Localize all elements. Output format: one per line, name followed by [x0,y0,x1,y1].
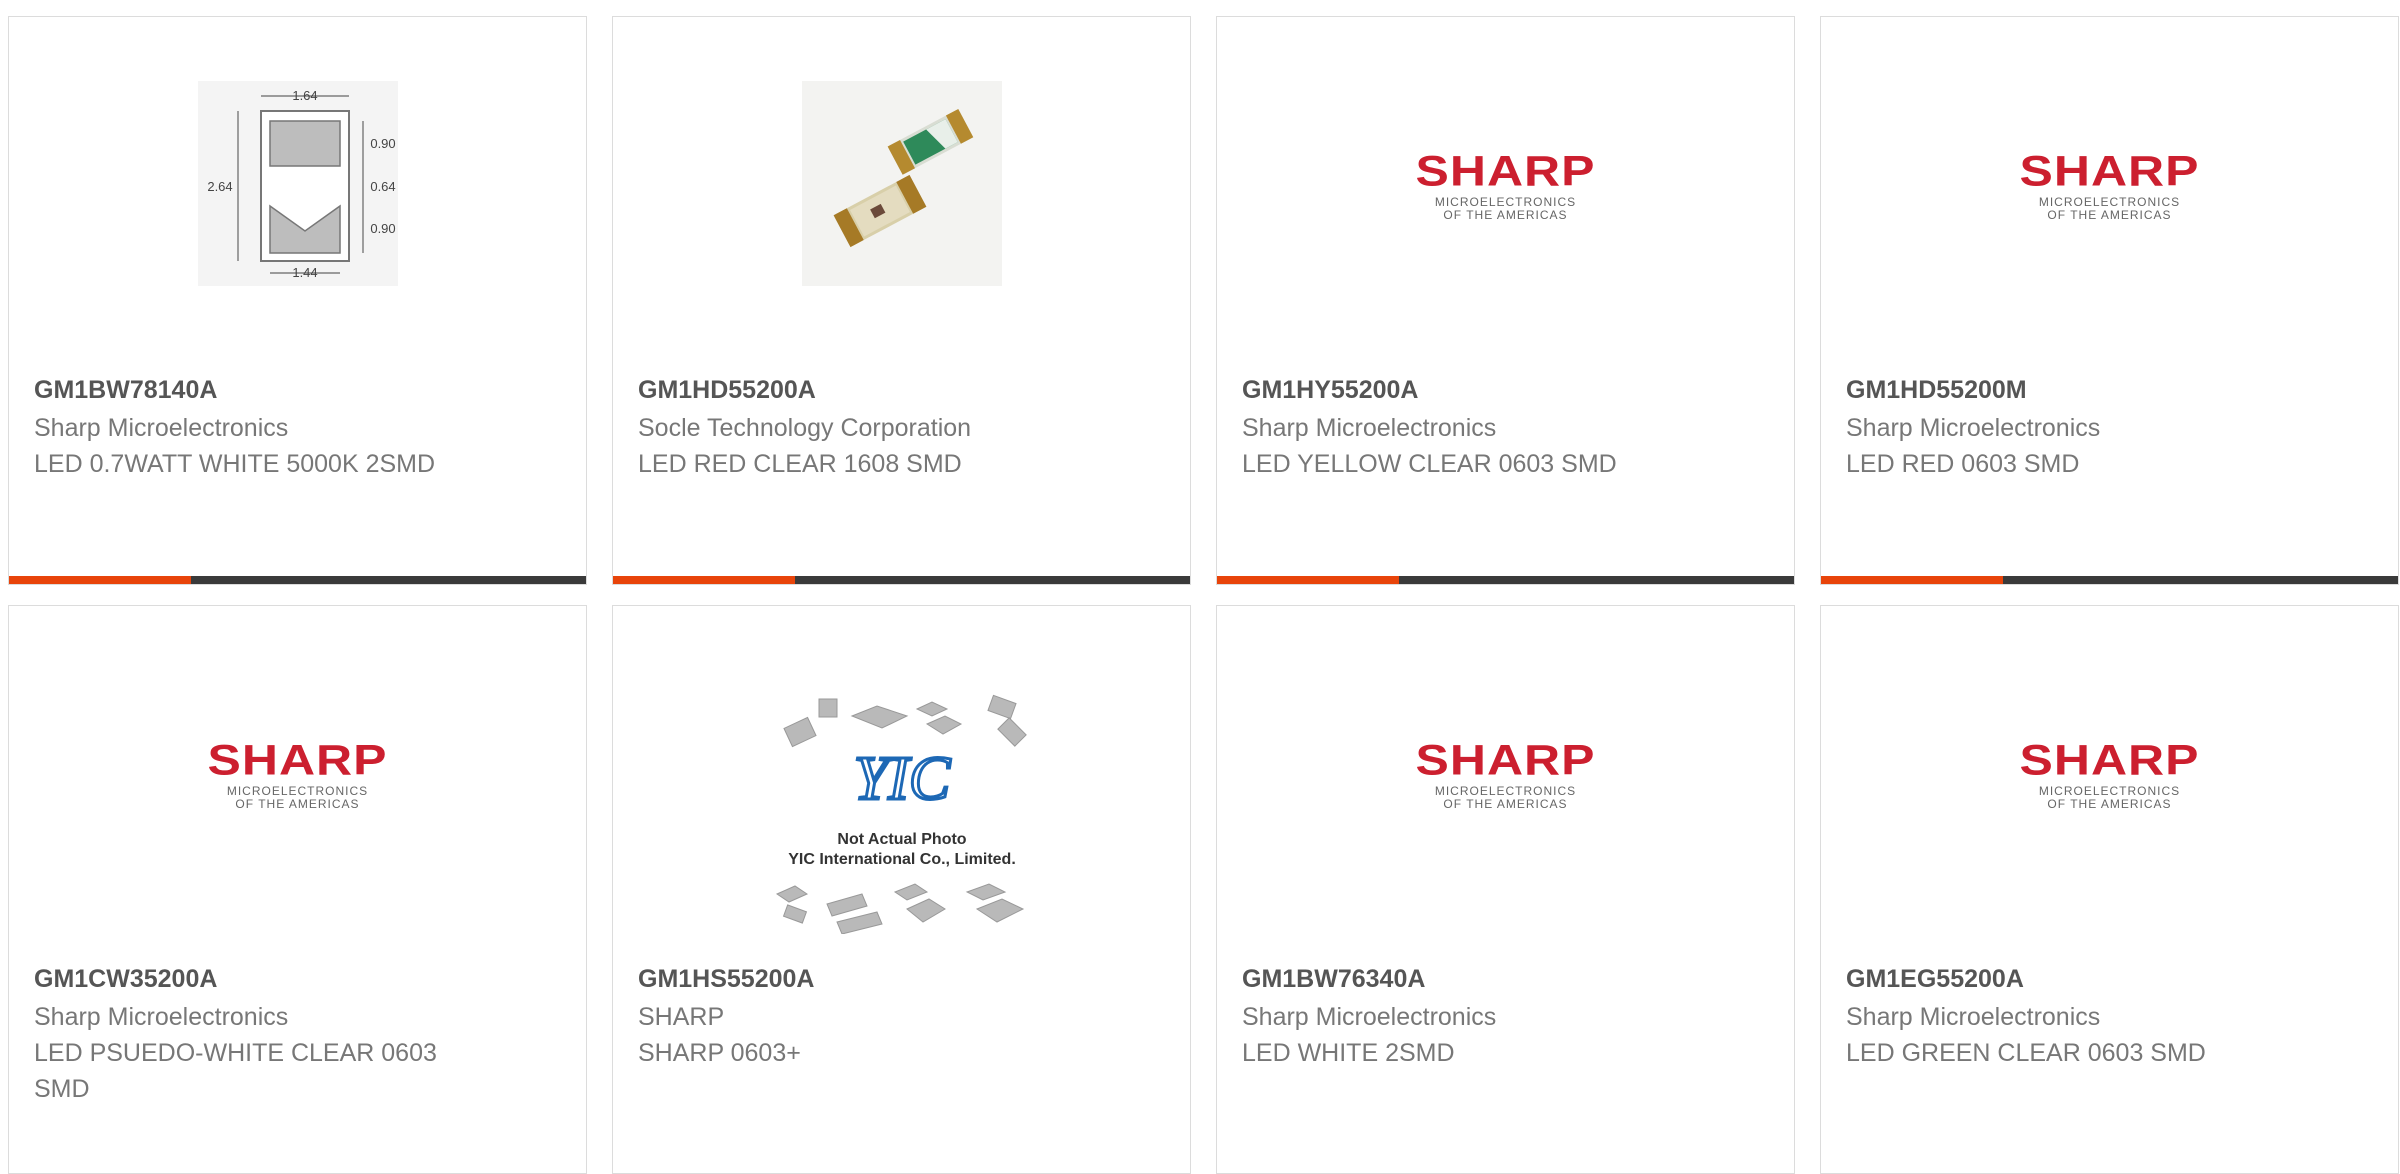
dim-left-label: 2.64 [207,179,232,194]
sharp-logo-icon: SHARP MICROELECTRONICS OF THE AMERICAS [207,735,387,811]
description: LED PSUEDO-WHITE CLEAR 0603 SMD [34,1039,437,1103]
product-image[interactable]: SHARP MICROELECTRONICS OF THE AMERICAS [1821,81,2398,286]
sharp-wordmark: SHARP [207,735,388,784]
description: SHARP 0603+ [638,1039,801,1067]
sharp-logo-line2: OF THE AMERICAS [2047,796,2172,811]
description: LED RED CLEAR 1608 SMD [638,450,962,478]
product-card[interactable]: SHARP MICROELECTRONICS OF THE AMERICAS G… [1216,605,1795,1174]
sharp-logo-line1: MICROELECTRONICS [2038,783,2181,798]
sharp-logo-line2: OF THE AMERICAS [1443,207,1568,222]
smd-led-photo-icon [801,81,1002,286]
sharp-logo-line1: MICROELECTRONICS [2038,194,2181,209]
product-card[interactable]: SHARP MICROELECTRONICS OF THE AMERICAS G… [1820,605,2399,1174]
product-image[interactable]: YIC Not Actual Photo YIC International C… [613,694,1190,934]
product-image[interactable]: SHARP MICROELECTRONICS OF THE AMERICAS [1217,670,1794,875]
part-number[interactable]: GM1BW76340A [1242,964,1425,994]
card-bottom-bar [1821,576,2398,584]
description: LED 0.7WATT WHITE 5000K 2SMD [34,450,436,478]
card-bottom-bar [1217,576,1794,584]
dim-top-label: 1.64 [292,88,317,103]
part-number[interactable]: GM1HD55200M [1846,375,2027,405]
sharp-logo-line2: OF THE AMERICAS [235,796,360,811]
dim-right1-label: 0.90 [370,136,395,151]
card-bottom-bar [613,576,1190,584]
yic-company-label: YIC International Co., Limited. [788,851,1016,868]
part-number[interactable]: GM1BW78140A [34,375,217,405]
card-accent-bar [613,576,795,584]
product-card[interactable]: SHARP MICROELECTRONICS OF THE AMERICAS G… [8,605,587,1174]
part-number[interactable]: GM1HD55200A [638,375,816,405]
product-card[interactable]: SHARP MICROELECTRONICS OF THE AMERICAS G… [1820,16,2399,585]
part-number[interactable]: GM1CW35200A [34,964,217,994]
manufacturer: Socle Technology Corporation [638,414,972,442]
product-image[interactable]: 1.64 2.64 0.90 0.64 0.90 1.44 [9,81,586,286]
product-image[interactable]: SHARP MICROELECTRONICS OF THE AMERICAS [9,670,586,875]
sharp-wordmark: SHARP [2019,146,2200,195]
part-number[interactable]: GM1HS55200A [638,964,814,994]
description: LED RED 0603 SMD [1846,450,2080,478]
product-card[interactable]: SHARP MICROELECTRONICS OF THE AMERICAS G… [1216,16,1795,585]
product-card[interactable]: YIC Not Actual Photo YIC International C… [612,605,1191,1174]
product-image[interactable] [613,81,1190,286]
part-number[interactable]: GM1EG55200A [1846,964,2024,994]
dimension-drawing-icon: 1.64 2.64 0.90 0.64 0.90 1.44 [197,81,398,286]
manufacturer: Sharp Microelectronics [1242,1003,1497,1031]
sharp-logo-line1: MICROELECTRONICS [1434,194,1577,209]
dim-bottom-label: 1.44 [292,265,317,280]
part-number[interactable]: GM1HY55200A [1242,375,1418,405]
dim-right3-label: 0.90 [370,221,395,236]
product-image[interactable]: SHARP MICROELECTRONICS OF THE AMERICAS [1821,670,2398,875]
manufacturer: Sharp Microelectronics [34,414,289,442]
card-bottom-bar [9,576,586,584]
sharp-logo-icon: SHARP MICROELECTRONICS OF THE AMERICAS [2019,735,2199,811]
manufacturer: Sharp Microelectronics [1242,414,1497,442]
sharp-logo-icon: SHARP MICROELECTRONICS OF THE AMERICAS [2019,146,2199,222]
yic-placeholder-icon: YIC Not Actual Photo YIC International C… [775,694,1027,934]
card-accent-bar [9,576,191,584]
sharp-logo-line1: MICROELECTRONICS [226,783,369,798]
sharp-logo-line2: OF THE AMERICAS [2047,207,2172,222]
manufacturer: Sharp Microelectronics [34,1003,289,1031]
sharp-logo-line1: MICROELECTRONICS [1434,783,1577,798]
sharp-wordmark: SHARP [2019,735,2200,784]
dim-right2-label: 0.64 [370,179,395,194]
yic-mark: YIC [853,745,950,813]
card-accent-bar [1821,576,2003,584]
product-image[interactable]: SHARP MICROELECTRONICS OF THE AMERICAS [1217,81,1794,286]
card-accent-bar [1217,576,1399,584]
description: LED WHITE 2SMD [1242,1039,1455,1067]
product-card[interactable]: GM1HD55200A Socle Technology Corporation… [612,16,1191,585]
description: LED YELLOW CLEAR 0603 SMD [1242,450,1617,478]
manufacturer: Sharp Microelectronics [1846,414,2101,442]
description: LED GREEN CLEAR 0603 SMD [1846,1039,2206,1067]
sharp-wordmark: SHARP [1415,146,1596,195]
manufacturer: SHARP [638,1003,725,1031]
manufacturer: Sharp Microelectronics [1846,1003,2101,1031]
yic-not-actual-label: Not Actual Photo [837,831,966,848]
sharp-logo-icon: SHARP MICROELECTRONICS OF THE AMERICAS [1415,146,1595,222]
sharp-logo-icon: SHARP MICROELECTRONICS OF THE AMERICAS [1415,735,1595,811]
product-card[interactable]: 1.64 2.64 0.90 0.64 0.90 1.44 GM1BW78140… [8,16,587,585]
sharp-logo-line2: OF THE AMERICAS [1443,796,1568,811]
sharp-wordmark: SHARP [1415,735,1596,784]
